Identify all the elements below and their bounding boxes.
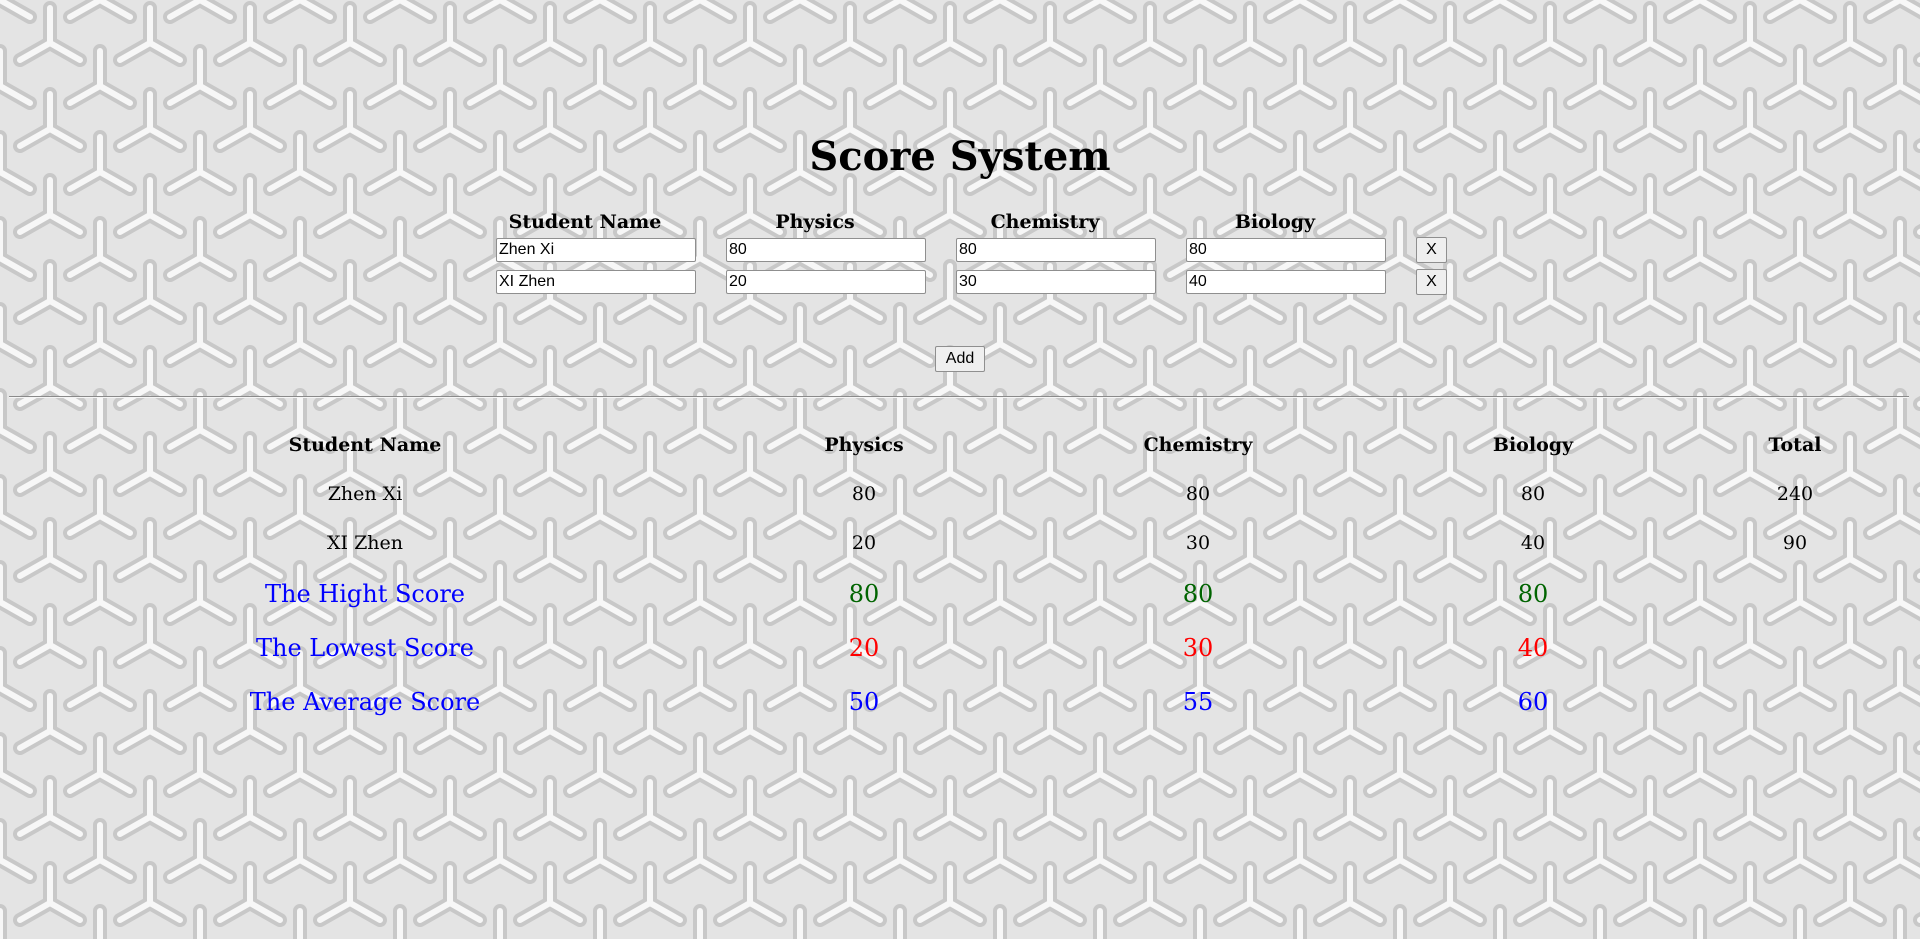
divider (9, 396, 1909, 398)
lowest-physics: 20 (848, 634, 880, 662)
physics-score-input[interactable] (726, 270, 926, 294)
highest-physics: 80 (848, 580, 880, 608)
page: Score System Student Name Physics Chemis… (0, 0, 1920, 939)
student-name-input[interactable] (496, 270, 696, 294)
cell-biology: 40 (1520, 532, 1546, 554)
results-header-total: Total (1768, 434, 1822, 456)
cell-chemistry: 30 (1185, 532, 1211, 554)
highest-chemistry: 80 (1182, 580, 1214, 608)
cell-name: Zhen Xi (327, 483, 403, 505)
cell-total: 240 (1776, 483, 1814, 505)
add-row-button[interactable]: Add (935, 346, 985, 372)
page-title: Score System (809, 133, 1111, 180)
cell-name: XI Zhen (327, 532, 403, 554)
biology-score-input[interactable] (1186, 238, 1386, 262)
form-header-biology: Biology (1234, 211, 1316, 233)
cell-physics: 80 (851, 483, 877, 505)
chemistry-score-input[interactable] (956, 238, 1156, 262)
delete-row-button[interactable]: X (1416, 237, 1447, 263)
average-biology: 60 (1517, 688, 1549, 716)
highest-score-label: The Hight Score (264, 580, 465, 608)
delete-row-button[interactable]: X (1416, 269, 1447, 295)
biology-score-input[interactable] (1186, 270, 1386, 294)
physics-score-input[interactable] (726, 238, 926, 262)
cell-chemistry: 80 (1185, 483, 1211, 505)
lowest-biology: 40 (1517, 634, 1549, 662)
average-chemistry: 55 (1182, 688, 1214, 716)
lowest-chemistry: 30 (1182, 634, 1214, 662)
cell-total: 90 (1782, 532, 1808, 554)
results-header-physics: Physics (824, 434, 904, 456)
results-header-chemistry: Chemistry (1143, 434, 1253, 456)
average-physics: 50 (848, 688, 880, 716)
form-header-name: Student Name (508, 211, 662, 233)
results-header-name: Student Name (288, 434, 442, 456)
lowest-score-label: The Lowest Score (255, 634, 475, 662)
cell-physics: 20 (851, 532, 877, 554)
average-score-label: The Average Score (249, 688, 481, 716)
student-name-input[interactable] (496, 238, 696, 262)
cell-biology: 80 (1520, 483, 1546, 505)
chemistry-score-input[interactable] (956, 270, 1156, 294)
highest-biology: 80 (1517, 580, 1549, 608)
results-header-biology: Biology (1492, 434, 1574, 456)
form-header-chemistry: Chemistry (990, 211, 1100, 233)
form-header-physics: Physics (775, 211, 855, 233)
